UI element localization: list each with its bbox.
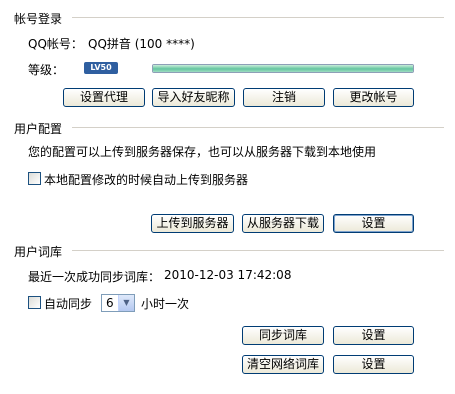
account-section-title: 帐号登录 [14, 12, 63, 26]
download-from-server-button[interactable]: 从服务器下载 [242, 214, 324, 233]
user-config-section-title: 用户配置 [14, 122, 63, 136]
user-lexicon-section-divider [72, 250, 444, 251]
clear-settings-button[interactable]: 设置 [333, 355, 414, 374]
level-progress-bar [152, 64, 414, 73]
config-settings-button[interactable]: 设置 [333, 214, 414, 233]
auto-sync-label[interactable]: 自动同步 [44, 295, 92, 312]
auto-upload-checkbox[interactable] [28, 172, 41, 185]
qq-account-label: QQ帐号： [28, 37, 83, 51]
level-label: 等级： [28, 63, 65, 77]
qq-account-value: QQ拼音 (100 ****) [88, 37, 195, 51]
level-badge: LV50 [84, 62, 118, 74]
account-section-divider [72, 17, 444, 18]
sync-lexicon-button[interactable]: 同步词库 [242, 326, 324, 345]
auto-upload-label[interactable]: 本地配置修改的时候自动上传到服务器 [44, 171, 248, 188]
user-config-section-divider [72, 127, 444, 128]
last-sync-timestamp: 2010-12-03 17:42:08 [164, 268, 292, 282]
sync-interval-suffix: 小时一次 [141, 297, 190, 311]
last-sync-label: 最近一次成功同步词库： [28, 270, 161, 284]
user-lexicon-section-title: 用户词库 [14, 245, 63, 259]
user-config-description: 您的配置可以上传到服务器保存，也可以从服务器下载到本地使用 [28, 145, 377, 159]
import-nicknames-button[interactable]: 导入好友昵称 [152, 88, 235, 107]
level-progress-fill [153, 65, 413, 72]
sync-settings-button[interactable]: 设置 [333, 326, 414, 345]
logout-button[interactable]: 注销 [243, 88, 325, 107]
upload-to-server-button[interactable]: 上传到服务器 [151, 214, 234, 233]
sync-interval-select[interactable]: 6 ▼ [101, 294, 135, 312]
auto-sync-checkbox[interactable] [28, 296, 41, 309]
chevron-down-icon[interactable]: ▼ [118, 295, 134, 311]
set-proxy-button[interactable]: 设置代理 [63, 88, 145, 107]
change-account-button[interactable]: 更改帐号 [333, 88, 414, 107]
sync-interval-value: 6 [106, 296, 114, 310]
clear-network-lexicon-button[interactable]: 清空网络词库 [242, 355, 324, 374]
